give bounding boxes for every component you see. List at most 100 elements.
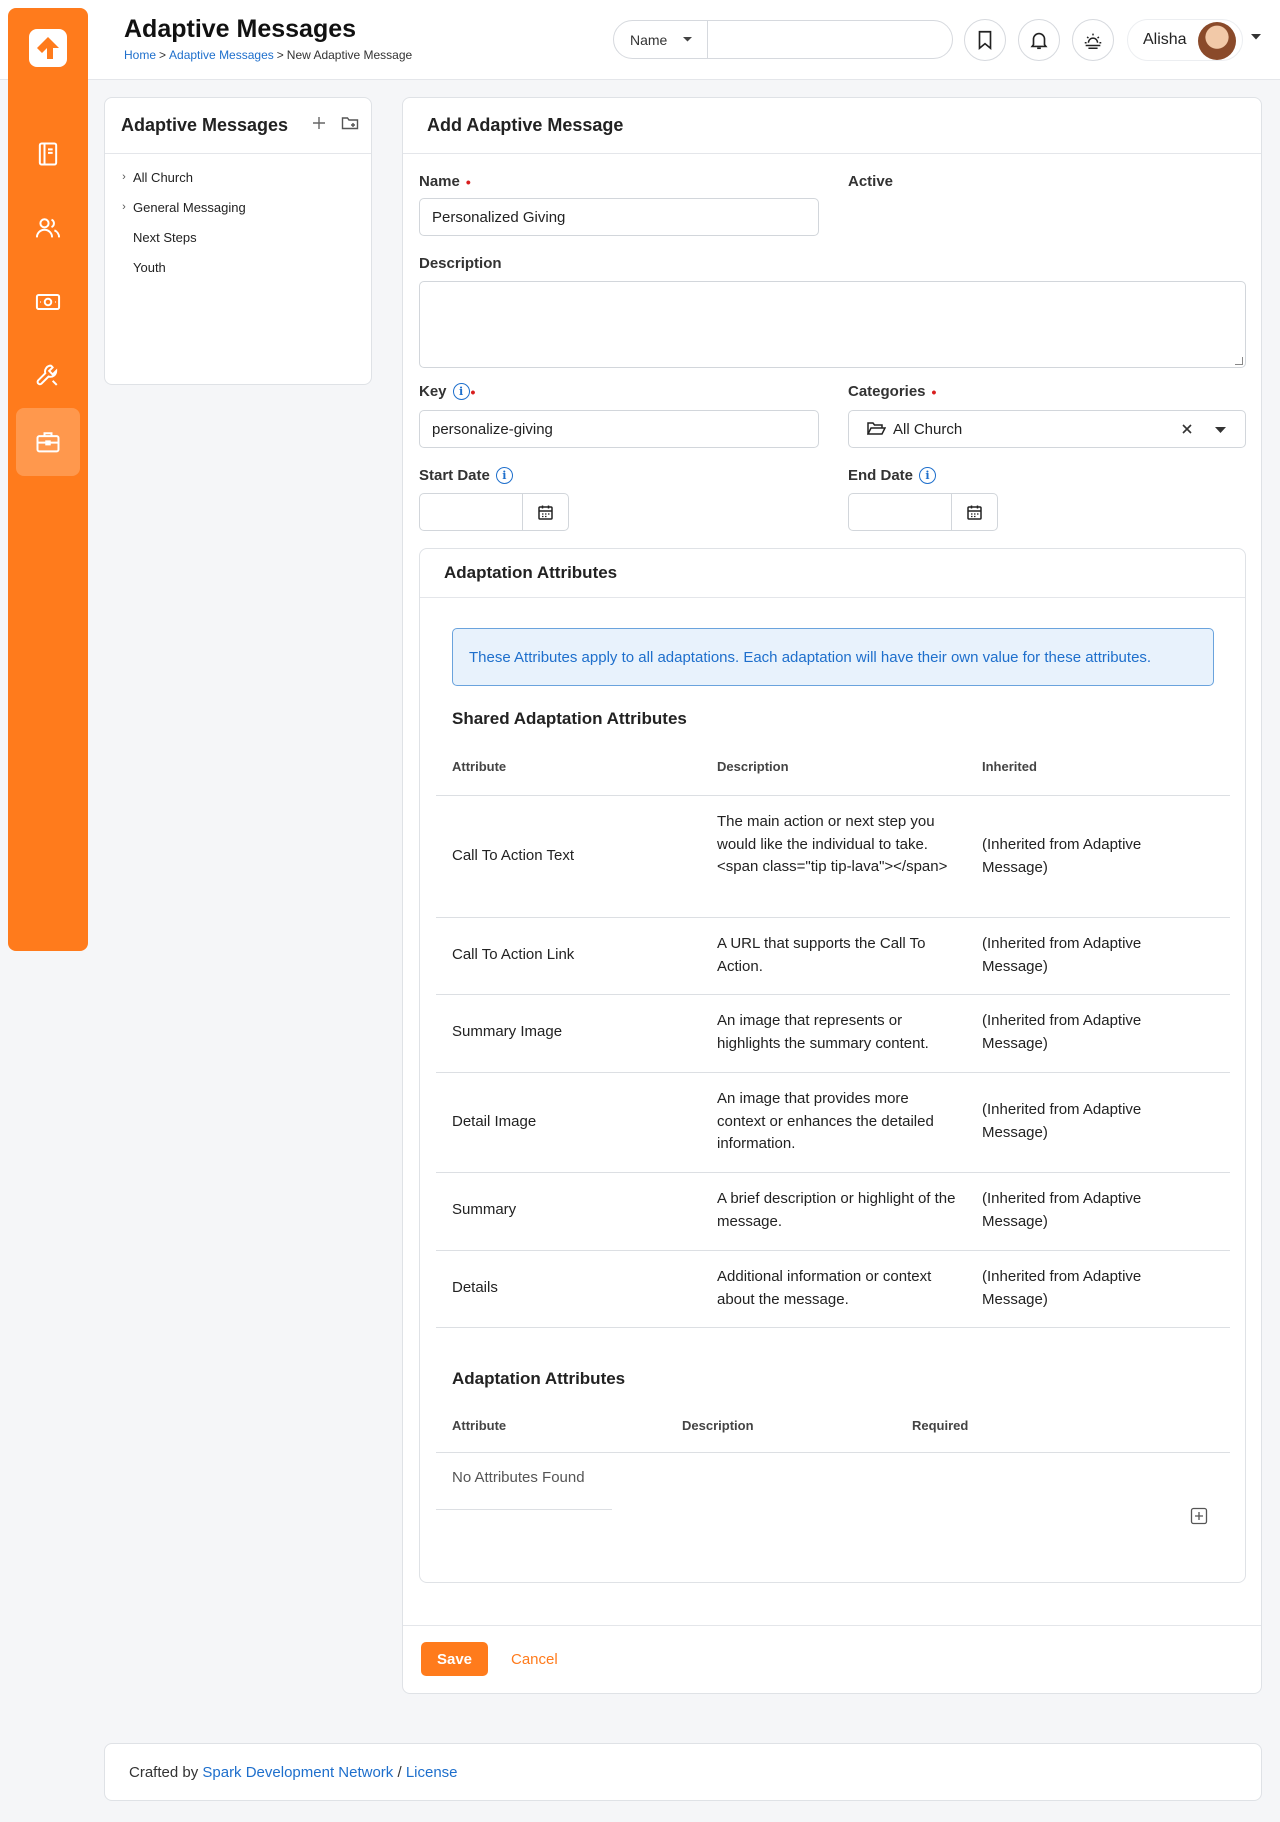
end-date-field[interactable] [848, 493, 998, 531]
page-title: Adaptive Messages [124, 15, 357, 43]
chevron-right-icon[interactable]: › [115, 201, 133, 213]
table-row[interactable]: Summary Image An image that represents o… [436, 994, 1230, 1072]
attribute-inherited: (Inherited from Adaptive Message) [982, 836, 1142, 876]
tree-item-label: All Church [133, 169, 193, 185]
briefcase-icon [36, 432, 60, 453]
attribute-description: A URL that supports the Call To Action. [717, 935, 926, 975]
notifications-button[interactable] [1018, 19, 1060, 61]
user-menu-button[interactable]: Alisha [1127, 19, 1243, 61]
tree-item-general-messaging[interactable]: › General Messaging [115, 192, 371, 222]
start-date-calendar-button[interactable] [522, 494, 568, 530]
breadcrumb-current: New Adaptive Message [286, 48, 413, 62]
tree-header: Adaptive Messages [105, 98, 371, 154]
add-icon[interactable] [311, 115, 327, 131]
attribute-name: Details [452, 1279, 498, 1296]
main-sidebar [8, 8, 88, 951]
avatar [1198, 22, 1236, 60]
table-row[interactable]: Call To Action Link A URL that supports … [436, 917, 1230, 994]
adaptation-attributes-panel: Adaptation Attributes These Attributes a… [419, 548, 1246, 1583]
attribute-description: An image that represents or highlights t… [717, 1012, 929, 1052]
nav-admin[interactable] [16, 408, 80, 476]
clear-icon[interactable] [1181, 423, 1193, 435]
search-input[interactable] [708, 21, 952, 58]
required-indicator: • [465, 173, 471, 190]
table-row[interactable]: Call To Action Text The main action or n… [436, 795, 1230, 917]
breadcrumb: Home > Adaptive Messages > New Adaptive Mess… [124, 48, 412, 62]
end-date-input[interactable] [849, 494, 951, 530]
top-header: Adaptive Messages Home > Adaptive Messages… [0, 0, 1280, 80]
nav-people[interactable] [16, 194, 80, 262]
tree-item-label: General Messaging [133, 199, 246, 215]
empty-message: No Attributes Found [452, 1469, 585, 1486]
nav-content[interactable] [16, 120, 80, 188]
search-scope-select[interactable]: Name [614, 21, 708, 58]
user-name: Alisha [1143, 31, 1187, 48]
tree-item-label: Next Steps [133, 229, 197, 245]
table-row[interactable]: Summary A brief description or highlight… [436, 1172, 1230, 1250]
footer-license-link[interactable]: License [406, 1764, 458, 1781]
bell-icon [1030, 32, 1048, 50]
column-header: Description [682, 1418, 754, 1433]
end-date-calendar-button[interactable] [951, 494, 997, 530]
start-date-field[interactable] [419, 493, 569, 531]
footer-prefix: Crafted by [129, 1763, 199, 1781]
tree-title: Adaptive Messages [121, 115, 289, 135]
info-alert: These Attributes apply to all adaptation… [452, 628, 1214, 686]
theme-toggle-button[interactable] [1072, 19, 1114, 61]
folder-open-icon [867, 422, 886, 435]
description-field[interactable] [419, 281, 1246, 368]
logo[interactable] [29, 29, 67, 67]
tree-list: › All Church › General Messaging Next St… [105, 154, 371, 282]
table-row[interactable]: Detail Image An image that provides more… [436, 1072, 1230, 1172]
caret-down-icon [683, 37, 692, 42]
tree-item-all-church[interactable]: › All Church [115, 162, 371, 192]
categories-label-text: Categories [848, 383, 926, 400]
info-icon[interactable]: i [495, 467, 513, 484]
caret-down-icon[interactable] [1214, 426, 1227, 434]
column-header: Attribute [452, 1418, 507, 1433]
attribute-inherited: (Inherited from Adaptive Message) [982, 1012, 1142, 1052]
add-attribute-icon[interactable] [1190, 1507, 1208, 1525]
column-header: Inherited [982, 759, 1037, 774]
category-tree-panel: Adaptive Messages › All Church › General… [104, 97, 372, 385]
wrench-icon [36, 364, 58, 386]
info-icon[interactable]: i [919, 467, 937, 484]
save-button[interactable]: Save [421, 1642, 488, 1676]
end-date-label: End Date i [848, 467, 937, 484]
start-date-input[interactable] [420, 494, 522, 530]
form-actions-divider [403, 1625, 1261, 1626]
nav-finance[interactable] [16, 268, 80, 336]
user-menu-caret-icon[interactable] [1250, 33, 1262, 41]
shared-attributes-table: Attribute Description Inherited Call To … [436, 759, 1230, 1328]
breadcrumb-separator: > [276, 48, 284, 62]
nav-tools[interactable] [16, 341, 80, 409]
tree-item-next-steps[interactable]: Next Steps [115, 222, 371, 252]
key-field[interactable]: personalize-giving [419, 410, 819, 448]
info-icon[interactable]: i [452, 383, 470, 400]
breadcrumb-home[interactable]: Home [124, 48, 156, 62]
attribute-inherited: (Inherited from Adaptive Message) [982, 1268, 1142, 1308]
bookmark-button[interactable] [964, 19, 1006, 61]
attribute-name: Call To Action Text [452, 847, 575, 864]
resize-handle[interactable] [1235, 357, 1243, 365]
search-scope-label: Name [630, 31, 668, 48]
tree-item-youth[interactable]: Youth [115, 252, 371, 282]
breadcrumb-separator: > [159, 48, 167, 62]
name-field[interactable]: Personalized Giving [419, 198, 819, 236]
rock-logo-icon [37, 37, 59, 59]
footer-org-link[interactable]: Spark Development Network [202, 1764, 393, 1781]
tree-item-label: Youth [133, 259, 166, 275]
start-date-label: Start Date i [419, 467, 513, 484]
breadcrumb-adaptive-messages[interactable]: Adaptive Messages [169, 48, 274, 62]
cancel-button[interactable]: Cancel [511, 1651, 558, 1668]
attribute-description: A brief description or highlight of the … [717, 1190, 956, 1230]
required-indicator: • [931, 383, 937, 400]
attribute-inherited: (Inherited from Adaptive Message) [982, 935, 1142, 975]
key-label-text: Key [419, 383, 447, 400]
categories-picker[interactable]: All Church [848, 410, 1246, 448]
people-icon [35, 218, 61, 238]
table-row[interactable]: Details Additional information or contex… [436, 1250, 1230, 1328]
add-folder-icon[interactable] [341, 115, 359, 131]
categories-value: All Church [893, 420, 963, 438]
chevron-right-icon[interactable]: › [115, 171, 133, 183]
